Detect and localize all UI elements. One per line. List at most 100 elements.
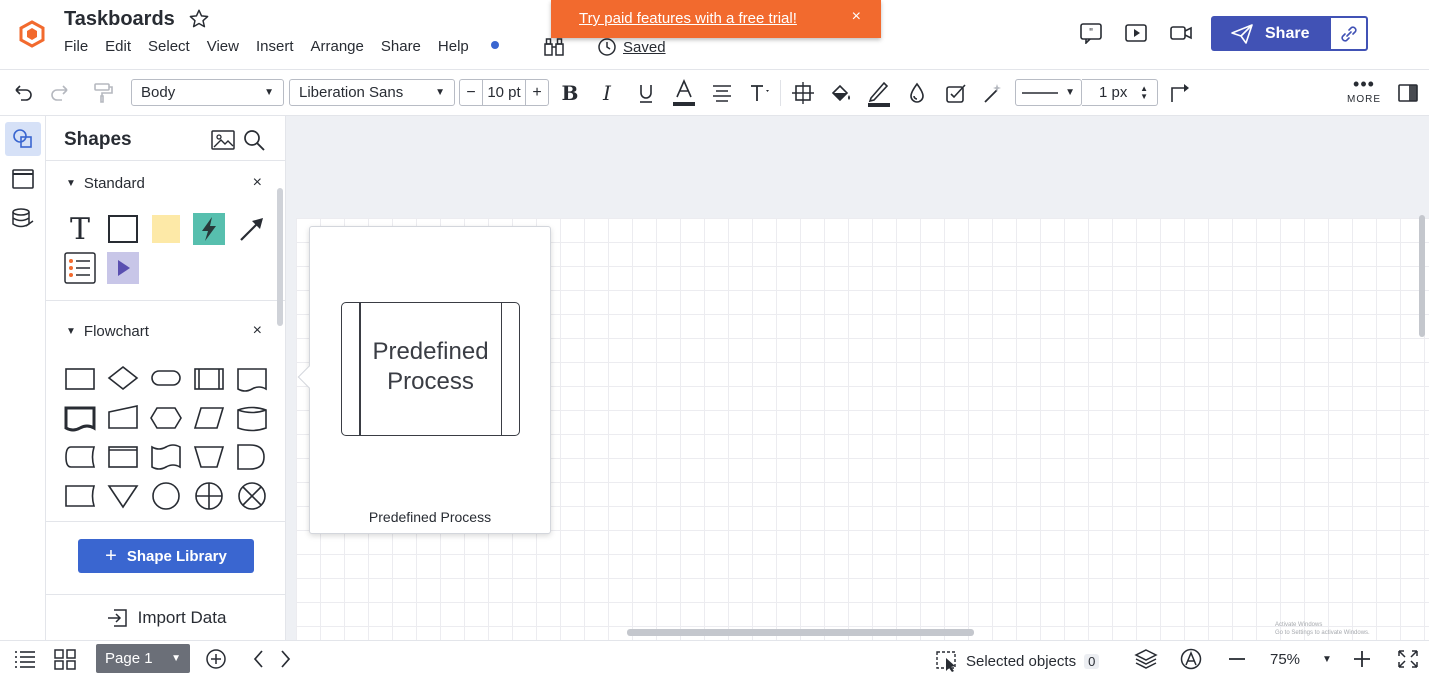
panel-divider bbox=[46, 300, 285, 301]
font-size-stepper: − 10 pt + bbox=[459, 79, 549, 106]
arrow-icon bbox=[240, 218, 263, 241]
rail-data-button[interactable] bbox=[5, 202, 41, 236]
font-family-select[interactable]: Liberation Sans ▼ bbox=[289, 79, 455, 106]
text-options-icon[interactable] bbox=[749, 81, 773, 105]
menu-edit[interactable]: Edit bbox=[105, 38, 131, 55]
shape-library-button[interactable]: + Shape Library bbox=[78, 539, 254, 573]
share-button[interactable]: Share bbox=[1211, 16, 1329, 51]
undo-icon[interactable] bbox=[11, 81, 35, 105]
connector-style-icon[interactable] bbox=[1168, 81, 1192, 105]
next-page-icon[interactable] bbox=[273, 648, 297, 670]
banner-close-icon[interactable]: × bbox=[852, 8, 861, 26]
section-standard-header[interactable]: ▼ Standard × bbox=[46, 168, 276, 198]
zoom-out-icon[interactable] bbox=[1225, 648, 1249, 670]
connector-shape bbox=[152, 482, 180, 510]
list-shape[interactable] bbox=[63, 251, 97, 285]
search-icon[interactable] bbox=[242, 128, 266, 152]
previous-page-icon[interactable] bbox=[247, 648, 271, 670]
action-shape[interactable] bbox=[192, 212, 226, 246]
line-color-icon[interactable] bbox=[867, 78, 891, 108]
zoom-dropdown-chevron-icon[interactable]: ▼ bbox=[1322, 654, 1332, 665]
font-size-input[interactable]: 10 pt bbox=[482, 80, 526, 105]
binoculars-icon[interactable] bbox=[543, 37, 565, 57]
zoom-level[interactable]: 75% bbox=[1270, 651, 1300, 668]
menu-share[interactable]: Share bbox=[381, 38, 421, 55]
preparation-shape bbox=[150, 407, 182, 429]
section-close-icon[interactable]: × bbox=[253, 174, 262, 192]
document-title[interactable]: Taskboards bbox=[64, 8, 175, 31]
more-button[interactable]: ••• MORE bbox=[1345, 75, 1383, 105]
line-width-stepper[interactable]: 1 px ▲ ▼ bbox=[1082, 79, 1158, 106]
present-icon[interactable] bbox=[1124, 22, 1148, 44]
line-style-select[interactable]: ▼ bbox=[1015, 79, 1082, 106]
font-size-decrease-button[interactable]: − bbox=[460, 84, 482, 102]
multi-document-shape bbox=[64, 406, 96, 432]
activate-windows-watermark: Activate Windows Go to Settings to activ… bbox=[1275, 621, 1370, 637]
panel-scrollbar[interactable] bbox=[277, 188, 283, 326]
section-flowchart-header[interactable]: ▼ Flowchart × bbox=[46, 316, 276, 346]
layers-icon[interactable] bbox=[1134, 648, 1158, 670]
copy-link-button[interactable] bbox=[1329, 16, 1368, 51]
text-shape[interactable]: T bbox=[63, 212, 97, 247]
arrow-shape[interactable] bbox=[235, 212, 269, 246]
chevron-down-icon: ▼ bbox=[435, 87, 445, 98]
format-painter-icon[interactable] bbox=[91, 81, 115, 105]
navigation-icon[interactable] bbox=[1179, 648, 1203, 670]
collapse-triangle-icon: ▼ bbox=[66, 177, 76, 189]
video-shape[interactable] bbox=[106, 251, 140, 285]
page-grid-icon[interactable] bbox=[53, 648, 77, 670]
underline-icon[interactable] bbox=[634, 81, 658, 105]
menu-view[interactable]: View bbox=[207, 38, 239, 55]
chevron-down-icon[interactable]: ▼ bbox=[171, 653, 181, 664]
zoom-in-icon[interactable] bbox=[1350, 648, 1374, 670]
lucid-logo-icon[interactable] bbox=[18, 20, 46, 48]
rectangle-shape[interactable] bbox=[106, 212, 140, 246]
rail-shapes-button[interactable] bbox=[5, 122, 41, 156]
video-call-icon[interactable] bbox=[1169, 22, 1193, 44]
bold-icon[interactable]: B bbox=[558, 81, 582, 105]
container-icon[interactable] bbox=[791, 81, 815, 105]
section-close-icon[interactable]: × bbox=[253, 322, 262, 340]
star-icon[interactable] bbox=[188, 8, 210, 30]
page-tab-1[interactable]: Page 1 ▼ bbox=[96, 644, 190, 673]
menu-insert[interactable]: Insert bbox=[256, 38, 294, 55]
menu-file[interactable]: File bbox=[64, 38, 88, 55]
text-style-select[interactable]: Body ▼ bbox=[131, 79, 284, 106]
canvas-vertical-scrollbar[interactable] bbox=[1419, 215, 1425, 337]
style-presets-icon[interactable] bbox=[944, 81, 968, 105]
menu-help[interactable]: Help bbox=[438, 38, 516, 55]
comment-icon[interactable]: " bbox=[1079, 22, 1103, 44]
sticky-note-shape[interactable] bbox=[149, 212, 183, 246]
page-list-icon[interactable] bbox=[13, 648, 37, 670]
fullscreen-icon[interactable] bbox=[1396, 648, 1420, 670]
opacity-icon[interactable] bbox=[905, 81, 929, 105]
free-trial-link[interactable]: Try paid features with a free trial! bbox=[579, 10, 797, 27]
menu-select[interactable]: Select bbox=[148, 38, 190, 55]
paper-plane-icon bbox=[1231, 23, 1253, 44]
plus-icon: + bbox=[105, 544, 117, 567]
selected-objects-indicator[interactable]: Selected objects 0 bbox=[936, 650, 1100, 672]
left-rail bbox=[0, 116, 46, 640]
right-panel-toggle-icon[interactable] bbox=[1396, 81, 1420, 105]
predefined-process-preview-shape[interactable]: Predefined Process bbox=[341, 302, 520, 436]
magic-wand-icon[interactable] bbox=[982, 81, 1006, 105]
import-data-button[interactable]: Import Data bbox=[46, 594, 285, 640]
text-color-icon[interactable] bbox=[672, 78, 696, 108]
redo-icon[interactable] bbox=[48, 81, 72, 105]
flowchart-shapes-grid[interactable] bbox=[63, 361, 275, 523]
font-size-increase-button[interactable]: + bbox=[526, 84, 548, 102]
canvas-horizontal-scrollbar[interactable] bbox=[627, 629, 974, 636]
watermark-line1: Activate Windows bbox=[1275, 622, 1323, 628]
database-shape bbox=[237, 406, 267, 432]
align-center-icon[interactable] bbox=[710, 81, 734, 105]
rail-templates-button[interactable] bbox=[5, 162, 41, 196]
add-page-icon[interactable] bbox=[204, 648, 228, 670]
saved-status[interactable]: Saved bbox=[597, 37, 666, 57]
rectangle-icon bbox=[108, 215, 138, 243]
fill-color-icon[interactable] bbox=[829, 81, 853, 105]
menu-arrange[interactable]: Arrange bbox=[311, 38, 364, 55]
shapes-panel: Shapes ▼ Standard × T ▼ Flowchart × + Sh… bbox=[46, 116, 286, 640]
chevron-down-icon: ▼ bbox=[1065, 87, 1075, 98]
image-icon[interactable] bbox=[211, 128, 235, 152]
italic-icon[interactable]: I bbox=[595, 81, 619, 105]
